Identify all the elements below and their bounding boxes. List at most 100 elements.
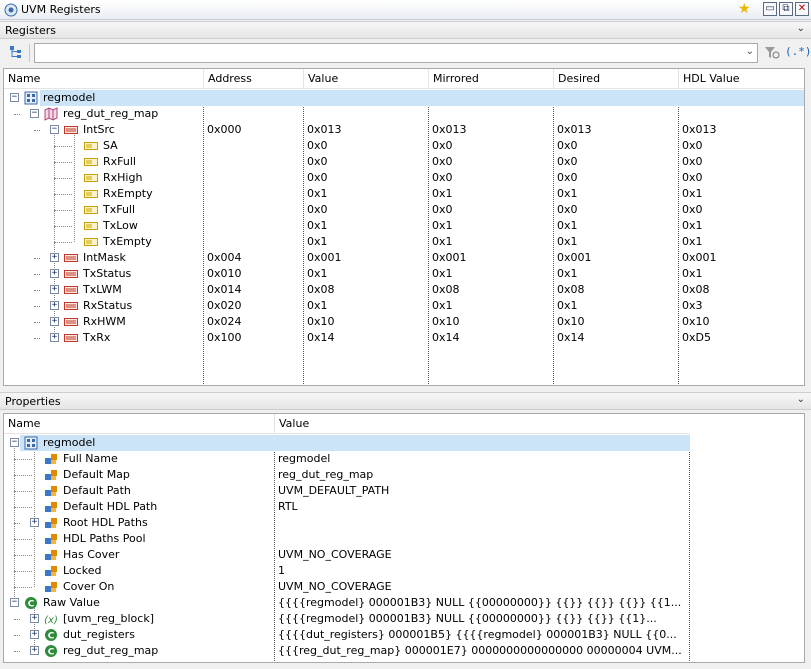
property-row[interactable]: Default Path UVM_DEFAULT_PATH bbox=[4, 483, 690, 499]
register-tree-row[interactable]: + IntMask 0x004 0x001 0x001 0x001 0x001 bbox=[4, 250, 804, 266]
property-row[interactable]: Default HDL Path RTL bbox=[4, 499, 690, 515]
value-cell: 0x1 bbox=[307, 187, 328, 200]
filter-icon[interactable] bbox=[764, 45, 780, 61]
regex-toggle-button[interactable]: (.*) bbox=[785, 45, 811, 58]
register-tree-row[interactable]: SA 0x0 0x0 0x0 0x0 bbox=[4, 138, 804, 154]
property-value-cell bbox=[278, 435, 688, 451]
column-header-mirrored[interactable]: Mirrored bbox=[429, 69, 554, 89]
property-value-cell: RTL bbox=[278, 500, 298, 513]
tree-connector-line bbox=[14, 619, 20, 620]
property-value-cell bbox=[278, 531, 688, 547]
property-value-cell: {{{reg_dut_reg_map} 000001E7} 0000000000… bbox=[278, 644, 682, 657]
address-cell bbox=[207, 138, 302, 154]
expand-toggle[interactable]: + bbox=[50, 333, 59, 342]
collapse-toggle[interactable]: − bbox=[50, 125, 59, 134]
register-tree-row[interactable]: RxEmpty 0x1 0x1 0x1 0x1 bbox=[4, 186, 804, 202]
register-icon bbox=[64, 254, 78, 262]
class-icon: C bbox=[45, 645, 57, 658]
column-header-value[interactable]: Value bbox=[304, 69, 429, 89]
register-tree-row[interactable]: − IntSrc 0x000 0x013 0x013 0x013 0x013 bbox=[4, 122, 804, 138]
tree-item-label: regmodel bbox=[43, 91, 96, 104]
column-header-prop-value[interactable]: Value bbox=[275, 414, 690, 434]
restore-button[interactable]: ⧉ bbox=[779, 2, 793, 16]
register-tree-row[interactable]: + TxRx 0x100 0x14 0x14 0x14 0xD5 bbox=[4, 330, 804, 346]
field-icon bbox=[84, 158, 98, 166]
expand-toggle[interactable]: + bbox=[30, 646, 39, 655]
collapse-toggle[interactable]: − bbox=[10, 93, 19, 102]
tree-view-icon[interactable] bbox=[9, 45, 23, 59]
property-row[interactable]: − regmodel bbox=[4, 435, 690, 451]
tree-item-label: TxStatus bbox=[83, 267, 132, 280]
register-tree-row[interactable]: TxLow 0x1 0x1 0x1 0x1 bbox=[4, 218, 804, 234]
expand-toggle[interactable]: + bbox=[30, 614, 39, 623]
mirrored-cell: 0x001 bbox=[432, 251, 467, 264]
field-icon bbox=[84, 174, 98, 182]
collapse-toggle[interactable]: − bbox=[10, 598, 19, 607]
expand-toggle[interactable]: + bbox=[50, 269, 59, 278]
register-tree-row[interactable]: TxEmpty 0x1 0x1 0x1 0x1 bbox=[4, 234, 804, 250]
filter-input[interactable] bbox=[35, 44, 735, 62]
register-tree-row[interactable]: + TxLWM 0x014 0x08 0x08 0x08 0x08 bbox=[4, 282, 804, 298]
value-cell: 0x001 bbox=[307, 251, 342, 264]
favorite-star-icon[interactable]: ★ bbox=[738, 1, 751, 17]
register-tree-row[interactable]: + RxHWM 0x024 0x10 0x10 0x10 0x10 bbox=[4, 314, 804, 330]
property-value-cell: UVM_NO_COVERAGE bbox=[278, 580, 392, 593]
expand-toggle[interactable]: + bbox=[50, 317, 59, 326]
tree-item-label: TxLWM bbox=[83, 283, 122, 296]
expand-toggle[interactable]: + bbox=[50, 285, 59, 294]
tree-connector-line bbox=[34, 274, 40, 275]
expand-toggle[interactable]: + bbox=[50, 253, 59, 262]
register-tree-row[interactable]: RxFull 0x0 0x0 0x0 0x0 bbox=[4, 154, 804, 170]
value-cell: 0x1 bbox=[307, 235, 328, 248]
address-cell bbox=[207, 202, 302, 218]
property-row[interactable]: Cover On UVM_NO_COVERAGE bbox=[4, 579, 690, 595]
minimize-button[interactable]: ▭ bbox=[763, 2, 777, 16]
property-row[interactable]: Full Name regmodel bbox=[4, 451, 690, 467]
value-cell: 0x0 bbox=[307, 155, 328, 168]
register-tree-row[interactable]: RxHigh 0x0 0x0 0x0 0x0 bbox=[4, 170, 804, 186]
column-header-hdl-value[interactable]: HDL Value bbox=[679, 69, 804, 89]
svg-text:C: C bbox=[48, 648, 55, 658]
chevron-down-icon[interactable]: ⌄ bbox=[797, 23, 805, 34]
column-header-prop-name[interactable]: Name bbox=[4, 414, 275, 434]
property-row[interactable]: + Root HDL Paths bbox=[4, 515, 690, 531]
tree-connector-line bbox=[54, 146, 72, 147]
register-tree-row[interactable]: − regmodel bbox=[4, 90, 804, 106]
registers-toolbar: ⌄ (.*) bbox=[0, 40, 811, 66]
register-tree-row[interactable]: − reg_dut_reg_map bbox=[4, 106, 804, 122]
chevron-down-icon[interactable]: ⌄ bbox=[746, 46, 754, 57]
register-tree-row[interactable]: + TxStatus 0x010 0x1 0x1 0x1 0x1 bbox=[4, 266, 804, 282]
desired-cell: 0x1 bbox=[557, 267, 578, 280]
property-row[interactable]: HDL Paths Pool bbox=[4, 531, 690, 547]
property-row[interactable]: + Creg_dut_reg_map {{{reg_dut_reg_map} 000… bbox=[4, 643, 690, 659]
expand-toggle[interactable]: + bbox=[30, 518, 39, 527]
filter-combo[interactable]: ⌄ bbox=[34, 43, 758, 63]
tree-connector-line bbox=[54, 210, 72, 211]
register-tree-row[interactable]: + RxStatus 0x020 0x1 0x1 0x1 0x3 bbox=[4, 298, 804, 314]
collapse-toggle[interactable]: − bbox=[10, 438, 19, 447]
property-row[interactable]: − C Raw Value {{{{regmodel} 000001B3} NULL … bbox=[4, 595, 690, 611]
expand-toggle[interactable]: + bbox=[50, 301, 59, 310]
register-icon bbox=[64, 286, 78, 294]
register-tree-row[interactable]: TxFull 0x0 0x0 0x0 0x0 bbox=[4, 202, 804, 218]
close-button[interactable]: ✕ bbox=[795, 2, 809, 16]
property-value-cell: regmodel bbox=[278, 452, 331, 465]
collapse-toggle[interactable]: − bbox=[30, 109, 39, 118]
mirrored-cell: 0x0 bbox=[432, 203, 453, 216]
property-icon bbox=[45, 534, 57, 544]
expand-toggle[interactable]: + bbox=[30, 630, 39, 639]
property-row[interactable]: Locked 1 bbox=[4, 563, 690, 579]
chevron-down-icon[interactable]: ⌄ bbox=[797, 394, 805, 405]
tree-item-label: HDL Paths Pool bbox=[63, 532, 146, 545]
column-header-desired[interactable]: Desired bbox=[554, 69, 679, 89]
property-row[interactable]: + Cdut_registers {{{{dut_registers} 000001… bbox=[4, 627, 690, 643]
address-cell bbox=[207, 234, 302, 250]
column-header-name[interactable]: Name bbox=[4, 69, 204, 89]
property-row[interactable]: + (x) [uvm_reg_block] {{{{regmodel} 000001B… bbox=[4, 611, 690, 627]
mirrored-cell: 0x1 bbox=[432, 187, 453, 200]
tree-connector-line bbox=[14, 114, 20, 115]
property-row[interactable]: Default Map reg_dut_reg_map bbox=[4, 467, 690, 483]
property-row[interactable]: Has Cover UVM_NO_COVERAGE bbox=[4, 547, 690, 563]
tree-item-label: reg_dut_reg_map bbox=[63, 644, 159, 657]
column-header-address[interactable]: Address bbox=[204, 69, 304, 89]
